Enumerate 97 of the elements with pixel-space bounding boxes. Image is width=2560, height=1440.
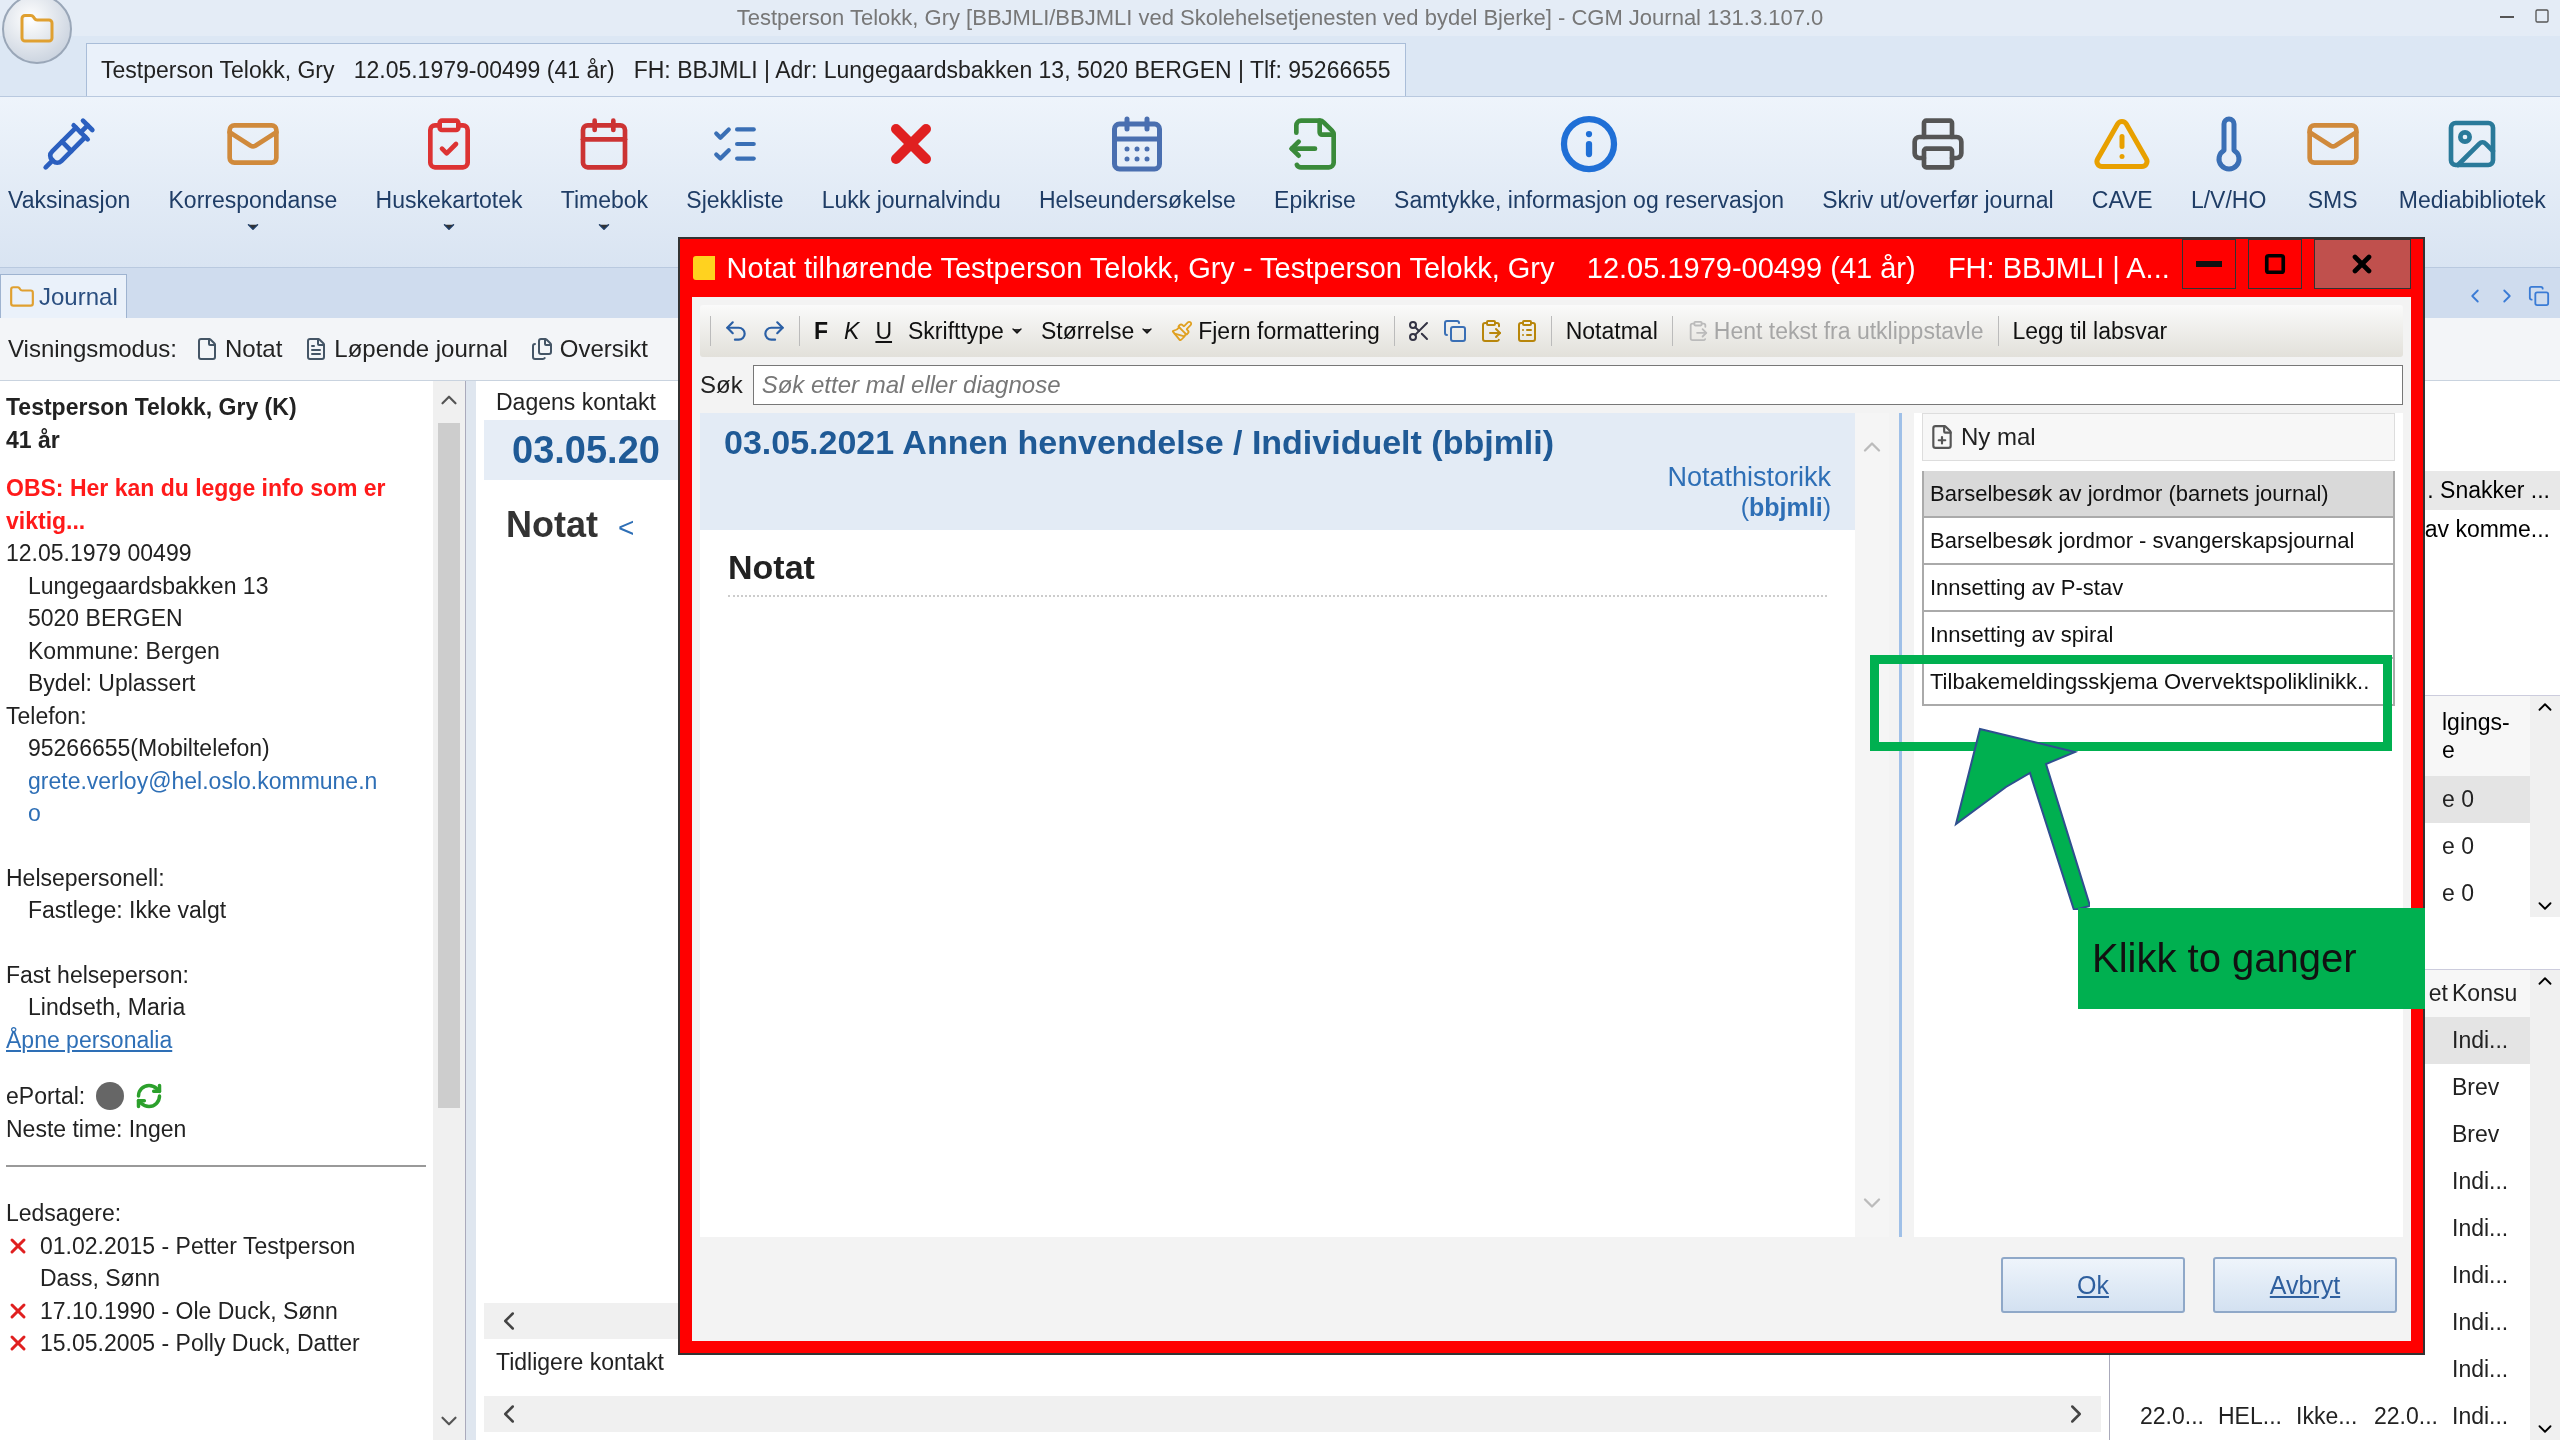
syringe-icon: [41, 116, 98, 172]
document-icon: [529, 337, 554, 361]
search-field[interactable]: Søk etter mal eller diagnose: [752, 365, 2403, 405]
minimize-icon: [2195, 261, 2222, 267]
close-button[interactable]: [2313, 239, 2411, 289]
note-heading: Notat: [728, 548, 1827, 597]
refresh-icon[interactable]: [135, 1082, 164, 1111]
ribbon-button[interactable]: Skriv ut/overfør journal: [1818, 105, 2058, 214]
undo-icon[interactable]: [723, 318, 749, 344]
ok-button[interactable]: Ok: [2001, 1257, 2185, 1313]
copy-icon[interactable]: [1442, 319, 1467, 343]
companion-entry: 17.10.1990 - Ole Duck, Sønn: [40, 1296, 339, 1326]
new-document-icon: [1929, 424, 1955, 450]
template-item[interactable]: Innsetting av P-stav: [1922, 565, 2395, 612]
view-mode-button[interactable]: Notat: [191, 335, 287, 363]
companion-entry: 15.05.2005 - Polly Duck, Datter: [40, 1329, 360, 1358]
ribbon-button[interactable]: Huskekartotek: [371, 105, 527, 236]
clear-format-button[interactable]: Fjern formattering: [1169, 317, 1382, 345]
open-personalia-link[interactable]: Åpne personalia: [6, 1023, 173, 1056]
group-label: Dagens kontakt: [495, 389, 657, 416]
dropdown-button[interactable]: Størrelse: [1038, 317, 1158, 345]
format-button[interactable]: K: [842, 317, 862, 345]
view-mode-label: Visningsmodus:: [8, 335, 177, 363]
column-header: Konsu: [2452, 980, 2519, 1007]
next-appointment: Neste time: Ingen: [6, 1114, 188, 1144]
ribbon-button[interactable]: Epikrise: [1270, 105, 1360, 214]
cancel-button[interactable]: Avbryt: [2213, 1257, 2397, 1313]
format-button[interactable]: U: [873, 317, 895, 345]
ribbon-button[interactable]: Sjekkliste: [682, 105, 788, 214]
companions-label: Ledsagere:: [6, 1199, 123, 1228]
view-mode-button[interactable]: Oversikt: [525, 335, 652, 363]
callout-text: Klikk to ganger: [2092, 936, 2357, 981]
new-template-button[interactable]: Ny mal: [1922, 413, 2395, 461]
ribbon-button[interactable]: SMS: [2300, 105, 2365, 214]
companion-entry: 01.02.2015 - Petter Testperson Dass, Sønn: [40, 1231, 357, 1293]
redo-icon[interactable]: [761, 318, 787, 344]
note-title: 03.05.2021 Annen henvendelse / Individuelt (bbjmli): [724, 423, 1556, 462]
dropdown-button[interactable]: Skrifttype: [906, 317, 1027, 345]
search-label: Søk: [700, 371, 743, 399]
maximize-icon[interactable]: [2534, 8, 2550, 24]
info-icon: [1559, 114, 1619, 174]
scrollbar-thumb[interactable]: [438, 423, 461, 1108]
ribbon-button[interactable]: Lukk journalvindu: [817, 105, 1005, 214]
ribbon-button[interactable]: Timebok: [556, 105, 653, 236]
fixed-staff-name: Lindseth, Maria: [27, 993, 187, 1022]
dialog-title: Notat tilhørende Testperson Telokk, Gry - Testperson Telokk, Gry 12.05.1979-00499 (41 år) FH: BBJMLI | A...: [726, 251, 2170, 285]
horizontal-scrollbar[interactable]: [484, 1396, 2101, 1432]
address-line: 5020 BERGEN: [27, 604, 184, 633]
phone-label: Telefon:: [6, 701, 88, 731]
note-history-link[interactable]: Notathistorikk: [1667, 462, 1831, 493]
journal-tab[interactable]: Journal: [0, 274, 127, 318]
birth-number: 12.05.1979 00499: [6, 539, 193, 568]
ribbon-button[interactable]: CAVE: [2087, 105, 2157, 214]
document-icon: [195, 337, 219, 361]
minimize-button[interactable]: [2181, 239, 2236, 289]
eportal-label: ePortal:: [6, 1082, 86, 1111]
maximize-icon: [2263, 253, 2286, 275]
folder-icon: [9, 283, 35, 310]
maximize-button[interactable]: [2247, 239, 2302, 289]
history-user: (bbjmli): [1740, 493, 1831, 522]
note-icon: [692, 255, 715, 281]
patient-tab[interactable]: Testperson Telokk, Gry 12.05.1979-00499 (41 år) FH: BBJMLI | Adr: Lungegaardsbakken 13, 5020 BERGEN | Tlf: 95266655: [86, 43, 1406, 96]
window-title: Testperson Telokk, Gry [BBJMLI/BBJMLI ved Skolehelsetjenesten ved bydel Bjerke] - CGM Journal 131.3.107.0: [736, 5, 1824, 31]
fixed-staff-label: Fast helseperson:: [6, 960, 190, 990]
address-line: Bydel: Uplassert: [27, 669, 197, 698]
address-line: Lungegaardsbakken 13: [27, 571, 270, 601]
ribbon-button[interactable]: Samtykke, informasjon og reservasjon: [1390, 105, 1788, 214]
gp-text: Fastlege: Ikke valgt: [27, 896, 228, 925]
ribbon-button[interactable]: Helseundersøkelse: [1034, 105, 1240, 214]
collapse-button[interactable]: <: [618, 512, 635, 544]
add-lab-button[interactable]: Legg til labsvar: [2010, 317, 2170, 345]
obs-note: OBS: Her kan du legge info som er viktig...: [6, 474, 387, 536]
template-item[interactable]: Innsetting av spiral: [1922, 612, 2395, 659]
printer-icon: [1909, 116, 1966, 172]
note-heading: Notat: [506, 504, 598, 546]
patient-age: 41 år: [6, 425, 61, 455]
view-mode-button[interactable]: Løpende journal: [300, 335, 512, 363]
brush-icon: [1171, 320, 1194, 342]
patient-name: Testperson Telokk, Gry (K): [6, 393, 298, 422]
ribbon-button[interactable]: Korrespondanse: [164, 105, 342, 236]
template-item[interactable]: Barselbesøk jordmor - svangerskapsjournal: [1922, 518, 2395, 565]
template-button[interactable]: Notatmal: [1563, 317, 1660, 345]
status-dot-icon: [95, 1081, 126, 1112]
staff-label: Helsepersonell:: [6, 863, 166, 893]
format-button[interactable]: F: [812, 317, 831, 345]
phone-number: 95266655(Mobiltelefon): [27, 734, 271, 763]
windows-icon[interactable]: [2528, 285, 2550, 307]
cut-icon[interactable]: [1406, 319, 1431, 343]
ribbon-button[interactable]: Mediabibliotek: [2394, 105, 2550, 214]
group-label: Tidligere kontakt: [495, 1349, 665, 1376]
contact-date: 03.05.20: [512, 428, 660, 472]
template-item[interactable]: Barselbesøk av jordmor (barnets journal): [1922, 471, 2395, 518]
address-line: Kommune: Bergen: [27, 636, 221, 666]
column-header: et: [2427, 980, 2449, 1007]
email-link[interactable]: grete.verloy@hel.oslo.kommune.no: [6, 764, 388, 830]
ribbon-button[interactable]: Vaksinasjon: [4, 105, 135, 214]
ribbon-button[interactable]: L/V/HO: [2186, 105, 2271, 214]
